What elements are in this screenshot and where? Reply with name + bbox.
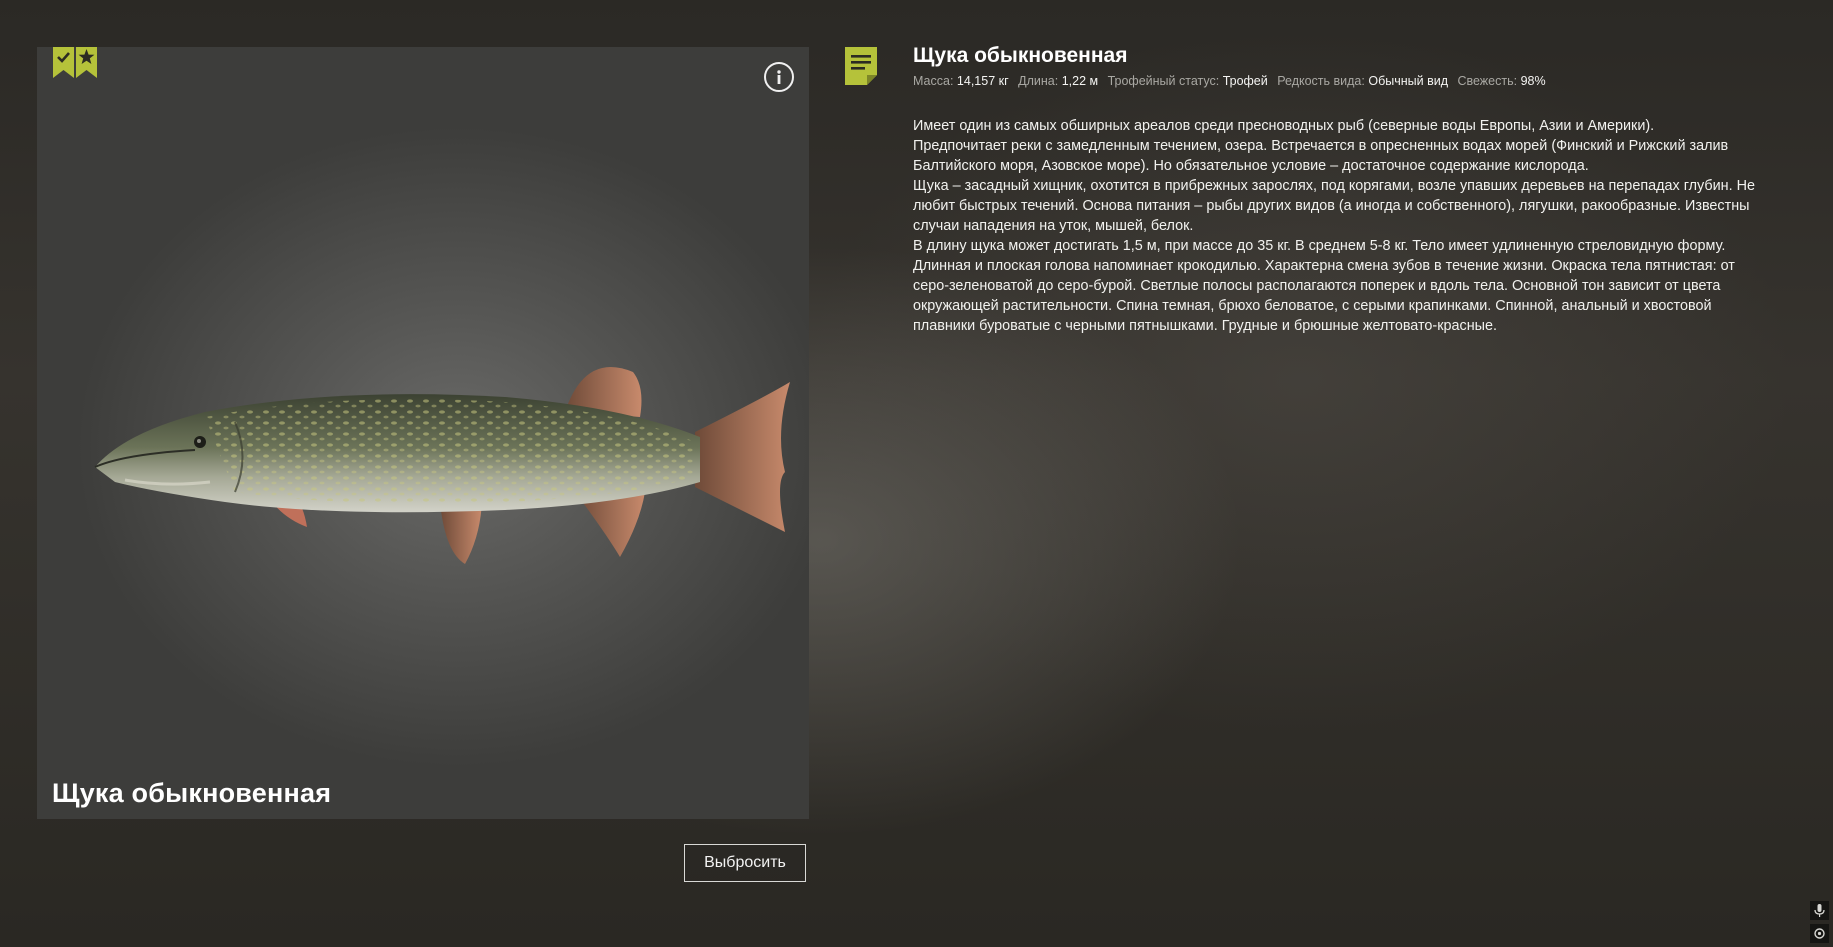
freshness-label: Свежесть: bbox=[1457, 74, 1518, 88]
mass-label: Масса: bbox=[913, 74, 954, 88]
length-label: Длина: bbox=[1018, 74, 1059, 88]
pike-fish-image bbox=[94, 367, 790, 564]
fish-stats: Масса: 14,157 кг Длина: 1,22 м Трофейный… bbox=[913, 74, 1773, 88]
star-bookmark-icon bbox=[76, 47, 97, 78]
rarity-value: Обычный вид bbox=[1368, 74, 1448, 88]
trophy-status-label: Трофейный статус: bbox=[1107, 74, 1220, 88]
trophy-status-value: Трофей bbox=[1222, 74, 1268, 88]
rarity-label: Редкость вида: bbox=[1277, 74, 1365, 88]
fish-description: Имеет один из самых обширных ареалов сре… bbox=[913, 116, 1773, 336]
corner-icons bbox=[1810, 901, 1829, 943]
description-paragraph: Имеет один из самых обширных ареалов сре… bbox=[913, 118, 1655, 134]
description-paragraph: Предпочитает реки с замедленным течением… bbox=[913, 138, 1729, 174]
fish-detail-panel: Щука обыкновенная Масса: 14,157 кг Длина… bbox=[913, 44, 1773, 336]
settings-icon[interactable] bbox=[1810, 924, 1829, 943]
mass-value: 14,157 кг bbox=[956, 74, 1009, 88]
description-paragraph: Щука – засадный хищник, охотится в прибр… bbox=[913, 178, 1756, 234]
info-icon[interactable] bbox=[764, 62, 794, 92]
fish-preview-panel: Щука обыкновенная bbox=[37, 47, 809, 819]
length-value: 1,22 м bbox=[1061, 74, 1099, 88]
description-paragraph: В длину щука может достигать 1,5 м, при … bbox=[913, 238, 1735, 334]
discard-button[interactable]: Выбросить bbox=[684, 844, 806, 882]
freshness-value: 98% bbox=[1520, 74, 1546, 88]
fish-name-caption: Щука обыкновенная bbox=[52, 778, 332, 808]
detail-title: Щука обыкновенная bbox=[913, 44, 1128, 67]
badge-group bbox=[53, 47, 97, 78]
notes-icon bbox=[845, 47, 877, 85]
checkmark-bookmark-icon bbox=[53, 47, 74, 78]
microphone-icon[interactable] bbox=[1810, 901, 1829, 920]
